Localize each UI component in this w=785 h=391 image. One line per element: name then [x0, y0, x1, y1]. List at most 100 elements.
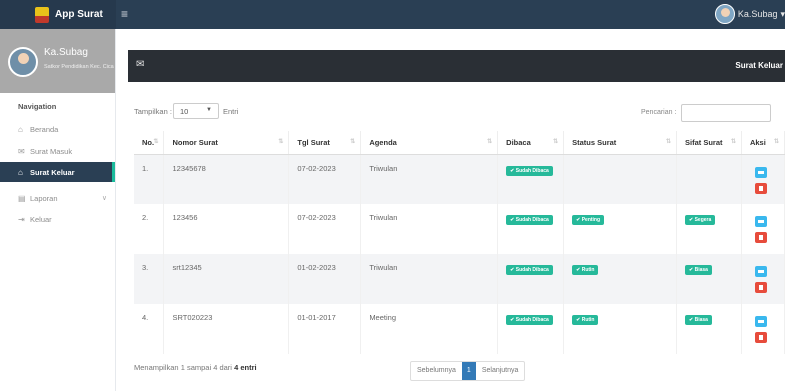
- table-info: Menampilkan 1 sampai 4 dari 4 entri: [134, 363, 257, 372]
- cell-nomor-surat: SRT020223: [163, 304, 290, 354]
- cell-agenda: Triwulan: [360, 204, 499, 254]
- cell-aksi: [741, 304, 785, 354]
- table-info-total: 4 entri: [234, 363, 257, 372]
- col-header-aksi[interactable]: Aksi ⇅: [741, 131, 785, 155]
- pagination-next-button[interactable]: Selanjutnya: [476, 362, 525, 380]
- edit-button[interactable]: [754, 316, 767, 327]
- hamburger-icon[interactable]: ≡: [121, 7, 128, 21]
- pagination-page-1[interactable]: 1: [461, 362, 476, 380]
- delete-button[interactable]: [754, 282, 767, 293]
- col-header-dibaca[interactable]: Dibaca ⇅: [497, 131, 565, 155]
- cell-status-surat: ✔ Rutin: [563, 254, 678, 304]
- col-header-sifat-surat[interactable]: Sifat Surat ⇅: [676, 131, 742, 155]
- cell-tgl-surat: 01-02-2023: [288, 254, 362, 304]
- outbox-icon: ⌂: [18, 167, 23, 177]
- profile-card: Ka.Subag Satkor Pendidikan Kec. Cica: [0, 29, 115, 93]
- sort-icon: ⇅: [278, 139, 284, 145]
- delete-button[interactable]: [754, 182, 767, 194]
- cell-no: 1.: [134, 154, 165, 204]
- sort-icon: ⇅: [350, 139, 356, 145]
- status-badge: ✔ Penting: [572, 215, 605, 225]
- edit-button[interactable]: [754, 266, 767, 277]
- brand[interactable]: App Surat: [0, 0, 116, 29]
- sort-icon: ⇅: [153, 139, 159, 145]
- profile-avatar: [8, 47, 38, 77]
- cell-agenda: Triwulan: [360, 254, 499, 304]
- sidebar-item-beranda[interactable]: ⌂ Beranda: [0, 119, 115, 139]
- cell-aksi: [741, 154, 785, 204]
- pagination-prev-button[interactable]: Sebelumnya: [411, 362, 462, 380]
- cell-sifat-surat: [676, 154, 742, 204]
- col-header-nomor-surat[interactable]: Nomor Surat ⇅: [163, 131, 290, 155]
- home-icon: ⌂: [18, 124, 23, 134]
- table-row: 1. 12345678 07-02-2023 Triwulan ✔ Sudah …: [134, 154, 785, 204]
- table-row: 2. 123456 07-02-2023 Triwulan ✔ Sudah Di…: [134, 204, 785, 254]
- logout-icon: ⇥: [18, 214, 25, 224]
- edit-button[interactable]: [754, 166, 767, 178]
- profile-name: Ka.Subag: [44, 47, 88, 58]
- sort-icon: ⇅: [773, 139, 779, 145]
- cell-aksi: [741, 204, 785, 254]
- search-input[interactable]: [681, 104, 771, 122]
- cell-dibaca: ✔ Sudah Dibaca: [497, 254, 565, 304]
- profile-subtitle: Satkor Pendidikan Kec. Cica: [44, 64, 114, 70]
- chevron-down-icon: ∨: [101, 195, 107, 202]
- cell-agenda: Meeting: [360, 304, 499, 354]
- cell-no: 3.: [134, 254, 165, 304]
- table-header-row: No. ⇅ Nomor Surat ⇅ Tgl Surat ⇅ Agenda ⇅ Dib…: [134, 131, 785, 155]
- sidebar-item-surat-masuk[interactable]: ✉ Surat Masuk: [0, 141, 115, 161]
- col-header-status-surat[interactable]: Status Surat ⇅: [563, 131, 678, 155]
- sidebar: Ka.Subag Satkor Pendidikan Kec. Cica Nav…: [0, 29, 116, 391]
- panel-header: ✉ Surat Keluar: [128, 50, 785, 82]
- length-suffix: Entri: [223, 107, 239, 116]
- entries-select[interactable]: 10 ▼: [173, 103, 219, 119]
- table-row: 3. srt12345 01-02-2023 Triwulan ✔ Sudah …: [134, 254, 785, 304]
- user-menu-name: Ka.Subag: [737, 9, 778, 19]
- sidebar-item-keluar[interactable]: ⇥ Keluar: [0, 209, 115, 229]
- cell-tgl-surat: 01-01-2017: [288, 304, 362, 354]
- sidebar-item-surat-keluar[interactable]: ⌂ Surat Keluar: [0, 162, 115, 182]
- cell-nomor-surat: 12345678: [163, 154, 290, 204]
- sort-icon: ⇅: [665, 139, 672, 145]
- top-navbar: App Surat ≡ Ka.Subag ▾: [0, 0, 785, 29]
- edit-button[interactable]: [754, 216, 767, 227]
- cell-dibaca: ✔ Sudah Dibaca: [497, 154, 565, 204]
- col-header-agenda[interactable]: Agenda ⇅: [360, 131, 499, 155]
- mail-icon: ✉: [18, 146, 25, 156]
- sidebar-item-label: Surat Keluar: [30, 167, 75, 177]
- col-header-no[interactable]: No. ⇅: [134, 131, 165, 155]
- cell-tgl-surat: 07-02-2023: [288, 204, 362, 254]
- table-info-prefix: Menampilkan 1 sampai 4 dari: [134, 363, 232, 372]
- status-badge: ✔ Segera: [685, 215, 716, 225]
- delete-button[interactable]: [754, 332, 767, 343]
- cell-dibaca: ✔ Sudah Dibaca: [497, 204, 565, 254]
- search-label: Pencarian :: [641, 109, 677, 116]
- length-label: Tampilkan :: [134, 107, 172, 116]
- avatar: [714, 4, 735, 24]
- sidebar-item-label: Beranda: [30, 124, 59, 134]
- app-title: App Surat: [55, 9, 103, 20]
- delete-button[interactable]: [754, 232, 767, 243]
- col-header-tgl-surat[interactable]: Tgl Surat ⇅: [288, 131, 362, 155]
- sidebar-item-label: Laporan: [30, 193, 58, 203]
- report-icon: ▤: [18, 193, 26, 203]
- sidebar-item-label: Surat Masuk: [30, 146, 73, 156]
- cell-status-surat: ✔ Rutin: [563, 304, 678, 354]
- status-badge: ✔ Sudah Dibaca: [506, 315, 553, 325]
- page-title: Surat Keluar: [735, 61, 783, 70]
- sort-icon: ⇅: [487, 139, 493, 145]
- cell-no: 4.: [134, 304, 165, 354]
- status-badge: ✔ Sudah Dibaca: [506, 265, 553, 275]
- sort-icon: ⇅: [730, 139, 736, 145]
- cell-sifat-surat: ✔ Segera: [676, 204, 742, 254]
- cell-agenda: Triwulan: [360, 154, 499, 204]
- chevron-down-icon: ▾: [780, 8, 785, 19]
- cell-nomor-surat: 123456: [163, 204, 290, 254]
- status-badge: ✔ Biasa: [685, 315, 712, 325]
- envelope-icon: ✉: [136, 59, 145, 70]
- sidebar-item-laporan[interactable]: ▤ Laporan ∨: [0, 188, 115, 208]
- status-badge: ✔ Rutin: [572, 315, 599, 325]
- user-menu[interactable]: Ka.Subag ▾: [714, 4, 785, 24]
- cell-no: 2.: [134, 204, 165, 254]
- pagination: Sebelumnya 1 Selanjutnya: [410, 361, 526, 381]
